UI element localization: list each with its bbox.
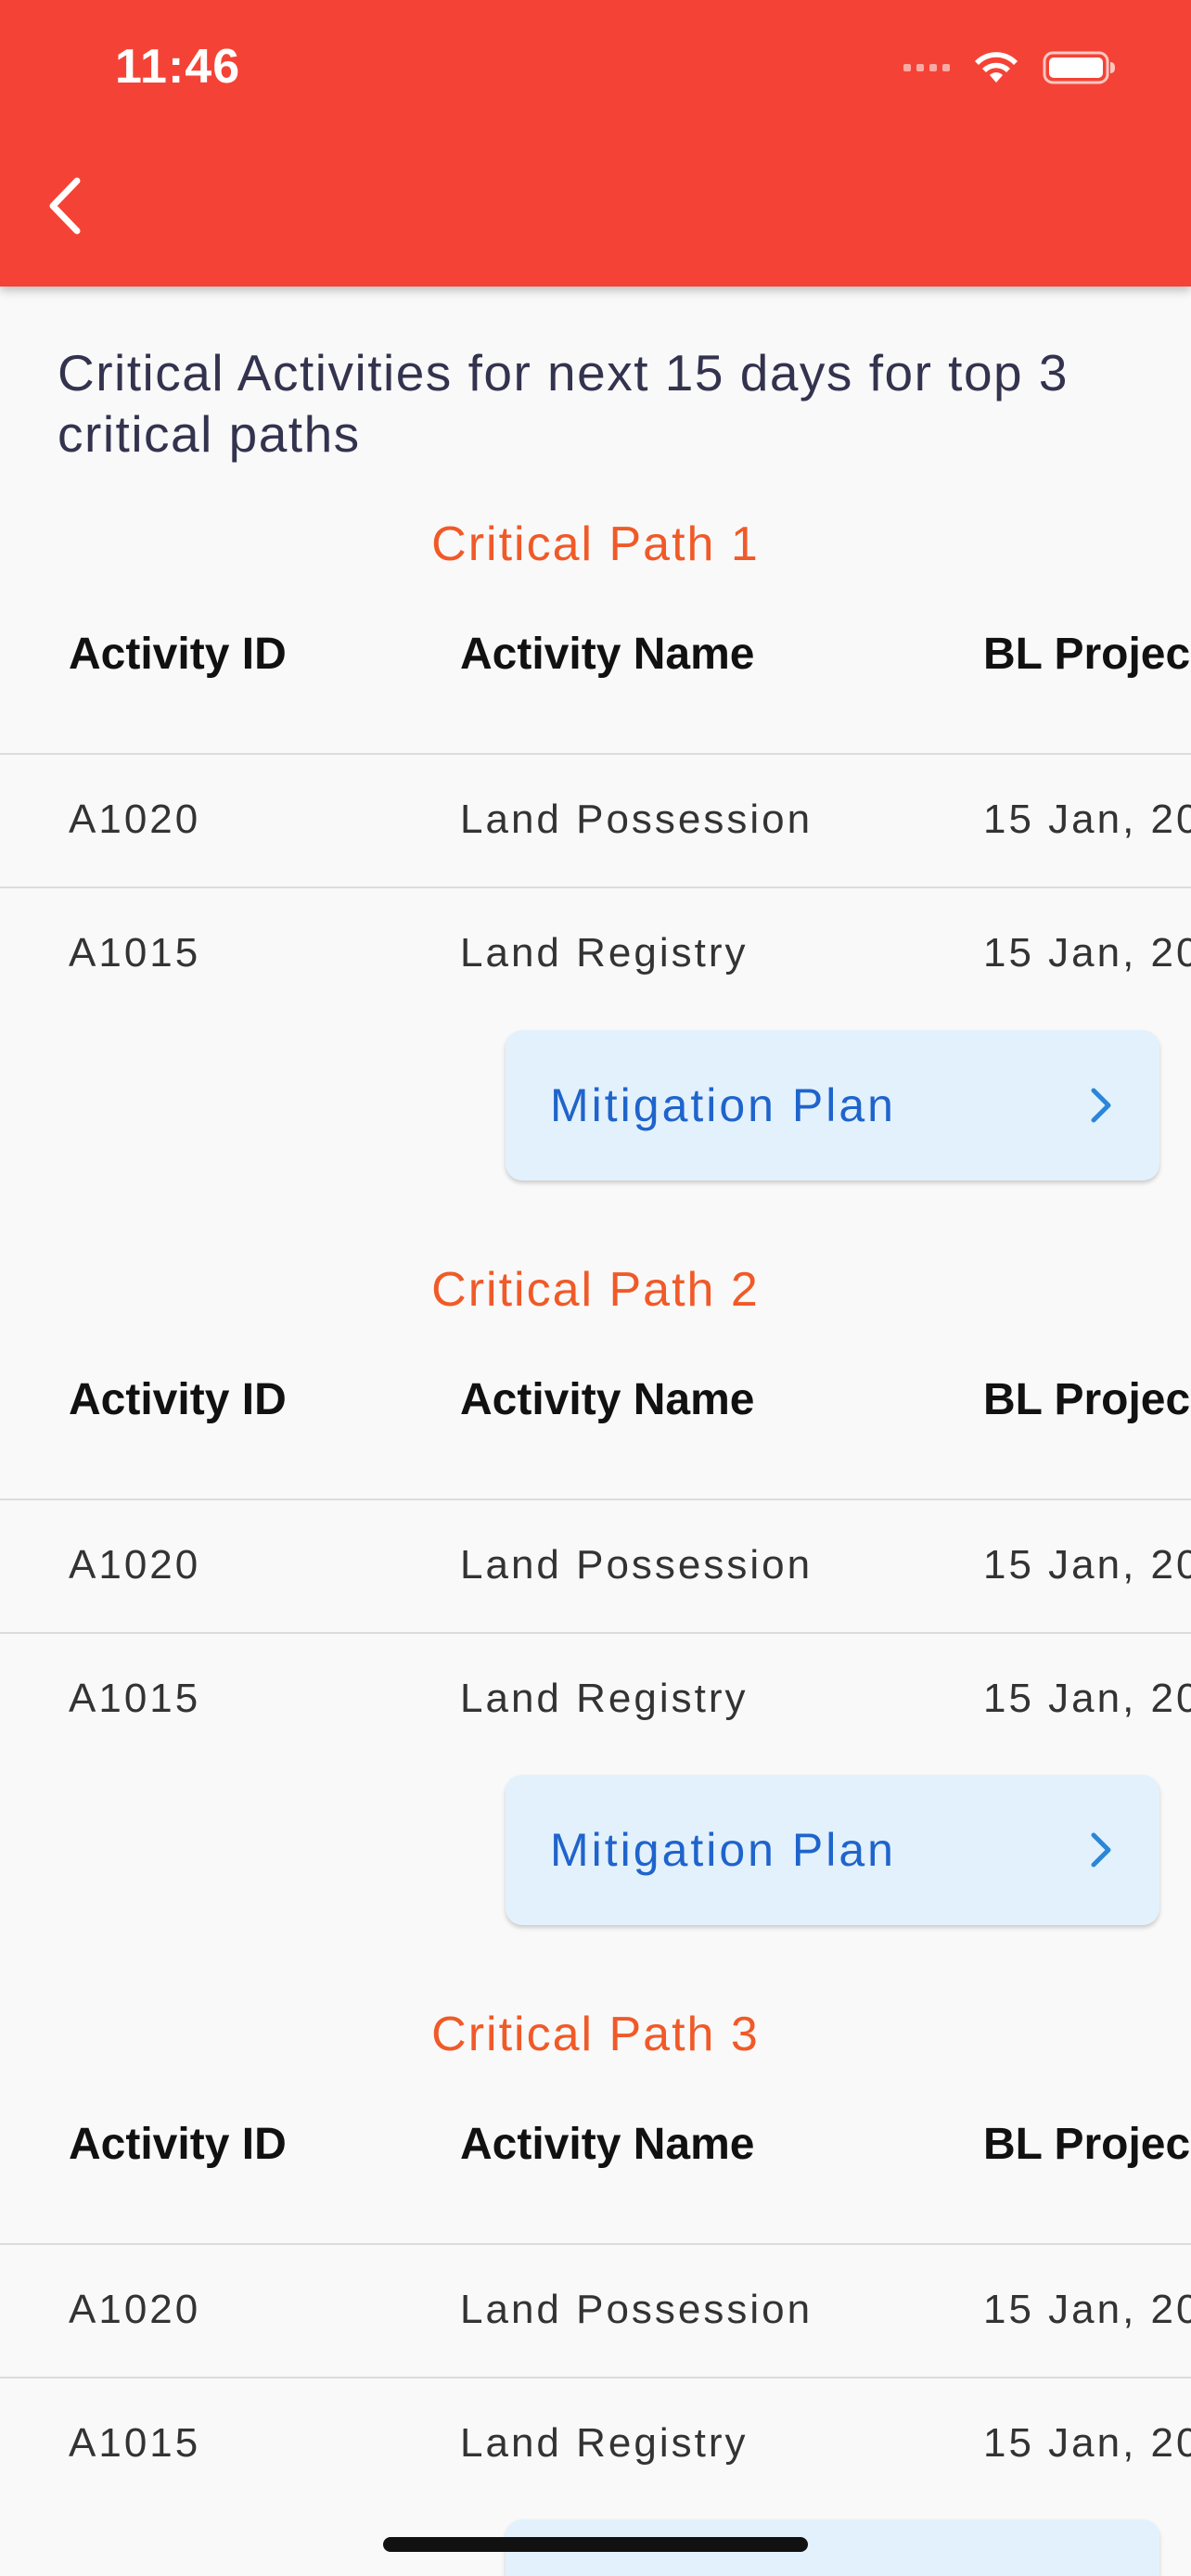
column-header-activity-name: Activity Name <box>460 2120 755 2169</box>
path-title: Critical Path 2 <box>431 1263 760 1317</box>
bl-date: 15 Jan, 20 <box>983 797 1191 842</box>
home-indicator <box>383 2537 808 2552</box>
table-row: A1020 Land Possession 15 Jan, 20 <box>0 754 1191 888</box>
column-header-activity-id: Activity ID <box>69 2120 287 2169</box>
table-header: Activity ID Activity Name BL Projec <box>0 2085 1191 2245</box>
content: Critical Activities for next 15 days for… <box>0 287 1191 2576</box>
activity-name: Land Possession <box>460 1542 813 1588</box>
column-header-bl-project: BL Projec <box>983 1375 1191 1424</box>
table-row: A1015 Land Registry 15 Jan, 20 <box>0 1633 1191 1766</box>
mitigation-plan-button[interactable]: Mitigation Plan <box>506 1775 1159 1925</box>
table-row: A1020 Land Possession 15 Jan, 20 <box>0 2244 1191 2378</box>
column-header-activity-id: Activity ID <box>69 1375 287 1424</box>
chevron-right-icon <box>1091 1088 1111 1123</box>
table-header: Activity ID Activity Name BL Projec <box>0 1341 1191 1500</box>
activity-id: A1015 <box>69 930 201 976</box>
column-header-bl-project: BL Projec <box>983 2120 1191 2169</box>
column-header-activity-name: Activity Name <box>460 1375 755 1424</box>
status-icons <box>903 46 1117 89</box>
column-header-activity-name: Activity Name <box>460 630 755 679</box>
column-header-activity-id: Activity ID <box>69 630 287 679</box>
page-heading: Critical Activities for next 15 days for… <box>58 344 1069 463</box>
mitigation-plan-button[interactable]: Mitigation Plan <box>506 1030 1159 1180</box>
activity-id: A1020 <box>69 2287 201 2332</box>
activity-name: Land Possession <box>460 2287 813 2332</box>
activity-id: A1015 <box>69 1676 201 1721</box>
activity-name: Land Registry <box>460 930 749 976</box>
activity-name: Land Registry <box>460 1676 749 1721</box>
status-time: 11:46 <box>115 40 241 94</box>
activity-id: A1020 <box>69 797 201 842</box>
table-row: A1015 Land Registry 15 Jan, 20 <box>0 2378 1191 2510</box>
column-header-bl-project: BL Projec <box>983 630 1191 679</box>
table-row: A1020 Land Possession 15 Jan, 20 <box>0 1499 1191 1634</box>
signal-icon <box>903 64 950 71</box>
activity-id: A1015 <box>69 2420 201 2466</box>
app-bar: 11:46 <box>0 0 1191 287</box>
table-row: A1015 Land Registry 15 Jan, 20 <box>0 887 1191 1020</box>
battery-icon <box>1043 51 1115 84</box>
mitigation-plan-label: Mitigation Plan <box>550 1824 896 1876</box>
activity-name: Land Possession <box>460 797 813 842</box>
table-header: Activity ID Activity Name BL Projec <box>0 595 1191 755</box>
chevron-left-icon <box>49 177 81 235</box>
back-button[interactable] <box>32 169 96 243</box>
bl-date: 15 Jan, 20 <box>983 2287 1191 2332</box>
wifi-icon <box>975 52 1018 83</box>
mitigation-plan-label: Mitigation Plan <box>550 2568 896 2576</box>
bl-date: 15 Jan, 20 <box>983 2420 1191 2466</box>
bl-date: 15 Jan, 20 <box>983 1676 1191 1721</box>
chevron-right-icon <box>1091 1832 1111 1868</box>
bl-date: 15 Jan, 20 <box>983 1542 1191 1588</box>
activity-name: Land Registry <box>460 2420 749 2466</box>
bl-date: 15 Jan, 20 <box>983 930 1191 976</box>
activity-id: A1020 <box>69 1542 201 1588</box>
path-title: Critical Path 3 <box>431 2008 760 2061</box>
path-title: Critical Path 1 <box>431 517 760 571</box>
mitigation-plan-label: Mitigation Plan <box>550 1079 896 1131</box>
